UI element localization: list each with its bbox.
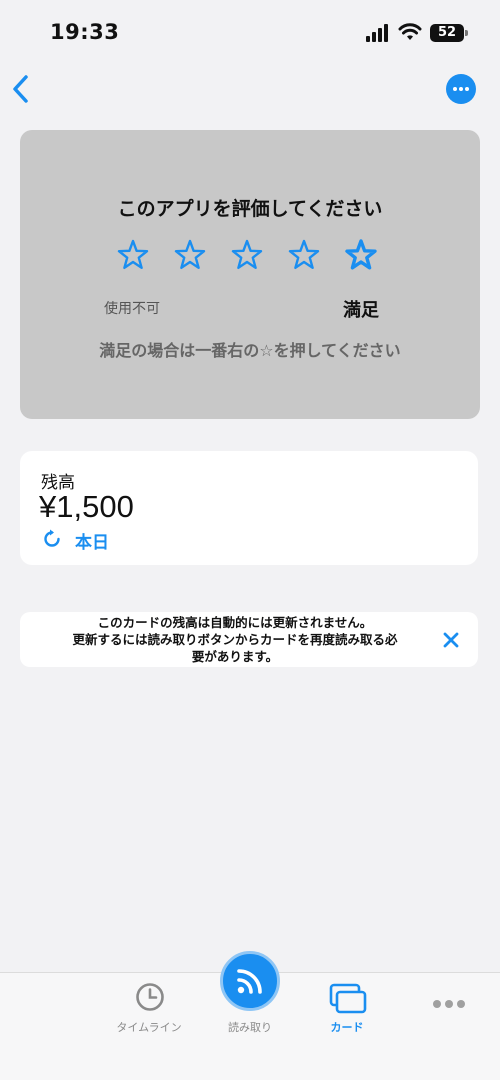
refresh-icon — [44, 529, 60, 547]
wifi-icon — [398, 23, 422, 40]
notice-line-2: 更新するには読み取りボタンからカードを再度読み取る必 — [72, 632, 398, 647]
notice-text: このカードの残高は自動的には更新されません。 更新するには読み取りボタンからカー… — [40, 614, 430, 665]
status-time: 19:33 — [50, 20, 120, 44]
star-rating — [116, 238, 386, 274]
notice-banner: このカードの残高は自動的には更新されません。 更新するには読み取りボタンからカー… — [20, 612, 478, 667]
rating-card: このアプリを評価してください 使用不可 満足 満足の場合は一番右の☆を押してくだ… — [20, 130, 480, 419]
rss-icon — [237, 969, 262, 994]
tab-more[interactable] — [404, 973, 494, 1043]
tab-read-label: 読み取り — [228, 1021, 272, 1034]
star-1-icon[interactable] — [116, 238, 150, 272]
cards-icon — [329, 983, 367, 1014]
star-4-icon[interactable] — [287, 238, 321, 272]
notice-line-3: 要があります。 — [191, 649, 279, 664]
battery-icon: 52 — [430, 24, 464, 42]
star-5-icon[interactable] — [344, 238, 378, 272]
cellular-signal-icon — [366, 24, 390, 42]
rating-title: このアプリを評価してください — [117, 198, 383, 220]
tab-card[interactable]: カード — [302, 973, 392, 1043]
clock-icon — [136, 983, 164, 1011]
rating-hint: 満足の場合は一番右の☆を押してください — [99, 341, 401, 360]
balance-card: 残高 ¥1,500 本日 — [20, 451, 478, 565]
star-3-icon[interactable] — [230, 238, 264, 272]
tab-card-label: カード — [330, 1021, 364, 1034]
close-icon[interactable] — [442, 631, 460, 649]
refresh-label: 本日 — [75, 533, 109, 553]
rating-low-label: 使用不可 — [104, 301, 160, 317]
rating-high-label: 満足 — [343, 300, 379, 321]
balance-amount: ¥1,500 — [39, 489, 134, 524]
tab-timeline[interactable]: タイムライン — [104, 973, 194, 1043]
tab-bar: タイムライン 読み取り カード — [0, 951, 500, 1080]
read-button[interactable] — [220, 951, 280, 1011]
tab-timeline-label: タイムライン — [116, 1021, 182, 1034]
back-button[interactable] — [8, 72, 36, 106]
battery-cap — [465, 30, 468, 36]
notice-line-1: このカードの残高は自動的には更新されません。 — [97, 615, 373, 630]
chevron-left-icon — [13, 75, 28, 103]
status-bar: 19:33 52 — [0, 0, 500, 64]
more-options-button[interactable] — [446, 74, 476, 104]
battery-level: 52 — [437, 25, 457, 40]
star-2-icon[interactable] — [173, 238, 207, 272]
more-dots-icon — [433, 1000, 465, 1008]
